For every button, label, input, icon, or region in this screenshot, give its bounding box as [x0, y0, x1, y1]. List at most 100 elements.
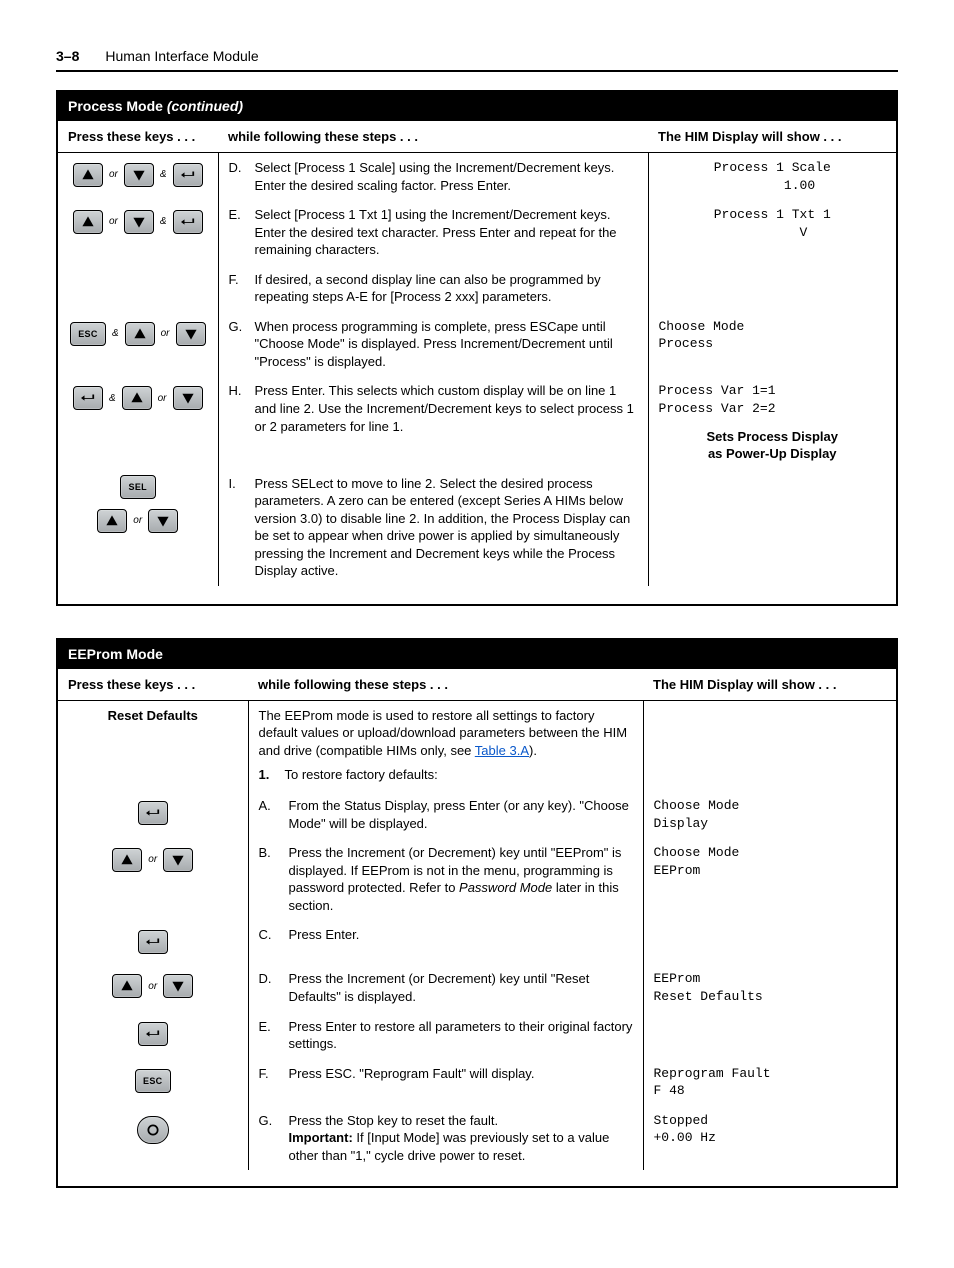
list-head-text: To restore factory defaults: — [285, 766, 438, 784]
enter-key-icon — [173, 210, 203, 234]
decrement-key-icon — [148, 509, 178, 533]
stop-key-icon — [137, 1116, 169, 1144]
eeprom-table-wrap: Press these keys . . . while following t… — [56, 668, 898, 1188]
him-display: Process 1 Scale 1.00 — [648, 153, 896, 201]
table-row: or & D. Select [Process 1 Scale] using t… — [58, 153, 896, 201]
page-header: 3–8 Human Interface Module — [56, 48, 898, 72]
table-row: & or H. Press Enter. This selects which … — [58, 376, 896, 468]
decrement-key-icon — [124, 210, 154, 234]
him-display: Stopped +0.00 Hz — [643, 1106, 896, 1171]
col-head-keys: Press these keys . . . — [58, 668, 248, 700]
step-letter: C. — [259, 926, 277, 944]
step-text: From the Status Display, press Enter (or… — [289, 797, 633, 832]
table-row: ESC F. Press ESC. "Reprogram Fault" will… — [58, 1059, 896, 1106]
page-number: 3–8 — [56, 48, 79, 64]
him-display: Choose Mode Process — [648, 312, 896, 377]
esc-key-icon: ESC — [70, 322, 106, 346]
col-head-display: The HIM Display will show . . . — [643, 668, 896, 700]
step-text: Press the Increment (or Decrement) key u… — [289, 970, 633, 1005]
him-display: Process Var 1=1 Process Var 2=2 — [659, 382, 887, 417]
decrement-key-icon — [176, 322, 206, 346]
list-number: 1. — [259, 766, 275, 784]
process-mode-table-wrap: Press these keys . . . while following t… — [56, 120, 898, 606]
band-title: Process Mode — [68, 98, 163, 114]
enter-key-icon — [73, 386, 103, 410]
increment-key-icon — [112, 848, 142, 872]
increment-key-icon — [73, 210, 103, 234]
step-letter: E. — [229, 206, 245, 259]
col-head-display: The HIM Display will show . . . — [648, 121, 896, 153]
him-display: EEProm Reset Defaults — [643, 964, 896, 1011]
enter-key-icon — [138, 1022, 168, 1046]
increment-key-icon — [97, 509, 127, 533]
eeprom-band-wrap: EEProm Mode — [56, 638, 898, 668]
key-combo: ESC & or — [70, 322, 206, 346]
key-combo: or & — [73, 210, 203, 234]
enter-key-icon — [138, 930, 168, 954]
step-text: Press SELect to move to line 2. Select t… — [255, 475, 638, 580]
step-letter: H. — [229, 382, 245, 435]
section-title: Human Interface Module — [105, 48, 258, 64]
band-title: EEProm Mode — [68, 646, 163, 662]
password-mode-ref: Password Mode — [459, 880, 552, 895]
decrement-key-icon — [163, 974, 193, 998]
decrement-key-icon — [124, 163, 154, 187]
increment-key-icon — [112, 974, 142, 998]
key-combo: SEL or — [68, 475, 208, 537]
band-suffix: (continued) — [167, 98, 243, 114]
table-3a-link[interactable]: Table 3.A — [475, 743, 529, 758]
step-text: If desired, a second display line can al… — [255, 271, 638, 306]
reset-defaults-label: Reset Defaults — [58, 700, 248, 791]
table-row: ESC & or G. When process programming is … — [58, 312, 896, 377]
numbered-item: 1. To restore factory defaults: — [259, 766, 633, 784]
step-text: Select [Process 1 Scale] using the Incre… — [255, 159, 638, 194]
table-row: or & E. Select [Process 1 Txt 1] using t… — [58, 200, 896, 265]
step-letter: F. — [259, 1065, 277, 1083]
enter-key-icon — [173, 163, 203, 187]
step-text: Press Enter. This selects which custom d… — [255, 382, 638, 435]
col-head-steps: while following these steps . . . — [248, 668, 643, 700]
step-text: Select [Process 1 Txt 1] using the Incre… — [255, 206, 638, 259]
esc-key-icon: ESC — [135, 1069, 171, 1093]
step-text: Press Enter. — [289, 926, 633, 944]
table-row: G. Press the Stop key to reset the fault… — [58, 1106, 896, 1171]
step-letter: D. — [229, 159, 245, 194]
step-text: When process programming is complete, pr… — [255, 318, 638, 371]
him-display: Process 1 Txt 1 V — [648, 200, 896, 265]
key-combo: or & — [73, 163, 203, 187]
step-text: Press ESC. "Reprogram Fault" will displa… — [289, 1065, 633, 1083]
table-row: or B. Press the Increment (or Decrement)… — [58, 838, 896, 920]
step-letter: A. — [259, 797, 277, 832]
table-row: C. Press Enter. — [58, 920, 896, 964]
step-letter: F. — [229, 271, 245, 306]
intro-text: The EEProm mode is used to restore all s… — [259, 708, 628, 758]
step-text: Press Enter to restore all parameters to… — [289, 1018, 633, 1053]
decrement-key-icon — [163, 848, 193, 872]
table-row: A. From the Status Display, press Enter … — [58, 791, 896, 838]
process-mode-band-wrap: Process Mode (continued) — [56, 90, 898, 120]
table-row: E. Press Enter to restore all parameters… — [58, 1012, 896, 1059]
step-letter: B. — [259, 844, 277, 914]
col-head-keys: Press these keys . . . — [58, 121, 218, 153]
step-text: Press the Stop key to reset the fault. I… — [289, 1112, 633, 1165]
process-mode-table: Press these keys . . . while following t… — [58, 120, 896, 604]
eeprom-band: EEProm Mode — [58, 640, 896, 668]
step-letter: G. — [259, 1112, 277, 1165]
him-display: Reprogram Fault F 48 — [643, 1059, 896, 1106]
sel-key-icon: SEL — [120, 475, 156, 499]
eeprom-table: Press these keys . . . while following t… — [58, 668, 896, 1186]
document-page: 3–8 Human Interface Module Process Mode … — [0, 0, 954, 1268]
step-letter: D. — [259, 970, 277, 1005]
table-row: or D. Press the Increment (or Decrement)… — [58, 964, 896, 1011]
step-letter: G. — [229, 318, 245, 371]
step-letter: I. — [229, 475, 245, 580]
enter-key-icon — [138, 801, 168, 825]
him-display: Choose Mode Display — [643, 791, 896, 838]
process-mode-band: Process Mode (continued) — [58, 92, 896, 120]
increment-key-icon — [125, 322, 155, 346]
him-display: Choose Mode EEProm — [643, 838, 896, 920]
table-row: SEL or I. Press SELect to move to line 2… — [58, 469, 896, 586]
increment-key-icon — [122, 386, 152, 410]
key-combo: & or — [73, 386, 203, 410]
table-row: Reset Defaults The EEProm mode is used t… — [58, 700, 896, 791]
